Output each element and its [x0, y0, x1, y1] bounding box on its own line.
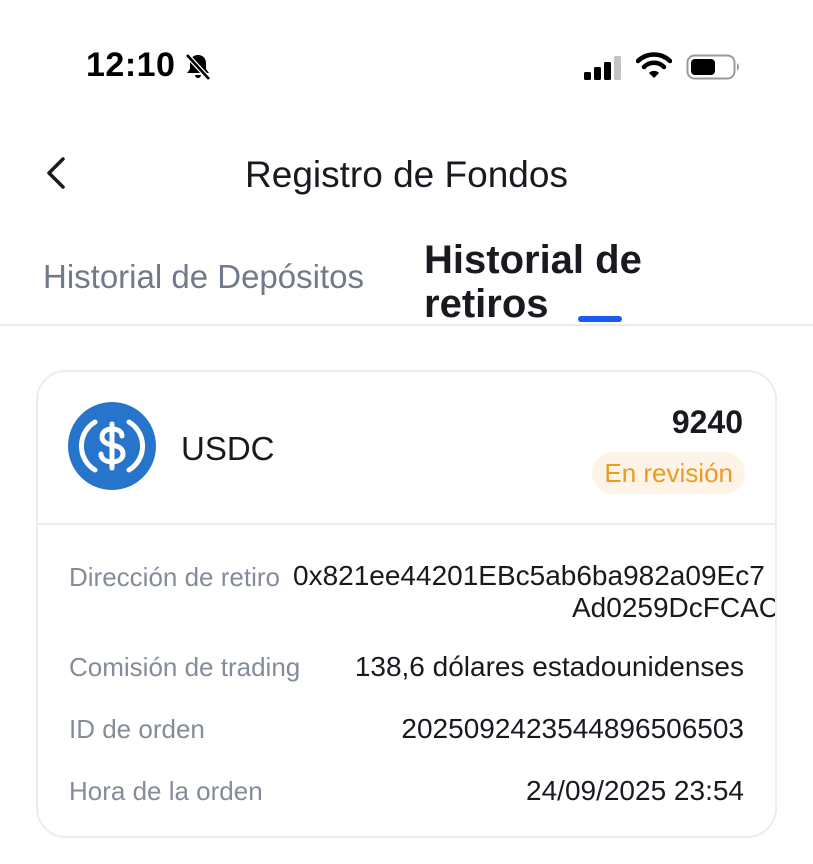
withdrawal-address[interactable]: 0x821ee44201EBc5ab6ba982a09Ec7 Ad0259DcF… — [293, 560, 777, 624]
address-line-1: 0x821ee44201EBc5ab6ba982a09Ec7 — [293, 560, 765, 591]
page-title: Registro de Fondos — [245, 154, 568, 195]
tabs-divider — [0, 324, 813, 326]
battery-icon — [686, 54, 739, 80]
fee-label: Comisión de trading — [69, 652, 301, 682]
tab-deposit-history[interactable]: Historial de Depósitos — [43, 258, 364, 296]
status-badge: En revisión — [592, 452, 745, 494]
status-bar: 12:10 — [0, 0, 813, 120]
address-line-2: Ad0259DcFCAC — [572, 592, 777, 623]
fee-value: 138,6 dólares estadounidenses — [354, 651, 744, 682]
coin-name: USDC — [181, 430, 275, 467]
order-time-label: Hora de la orden — [69, 776, 263, 806]
order-time-value: 24/09/2025 23:54 — [526, 775, 744, 806]
card-divider — [38, 523, 775, 525]
wifi-icon — [636, 52, 672, 78]
bell-slash-icon — [185, 53, 211, 81]
withdrawal-amount: 9240 — [671, 404, 743, 440]
active-tab-indicator — [578, 316, 622, 322]
order-id-label: ID de orden — [69, 714, 205, 744]
status-time: 12:10 — [86, 46, 176, 84]
address-label: Dirección de retiro — [69, 562, 280, 592]
cellular-signal-icon — [584, 56, 621, 80]
withdrawal-record-card[interactable]: USDC 9240 En revisión Dirección de retir… — [36, 370, 777, 838]
tab-withdrawal-history[interactable]: Historial de retiros — [424, 238, 684, 326]
usdc-coin-icon — [68, 402, 156, 490]
order-id-value[interactable]: 2025092423544896506503 — [401, 713, 744, 745]
